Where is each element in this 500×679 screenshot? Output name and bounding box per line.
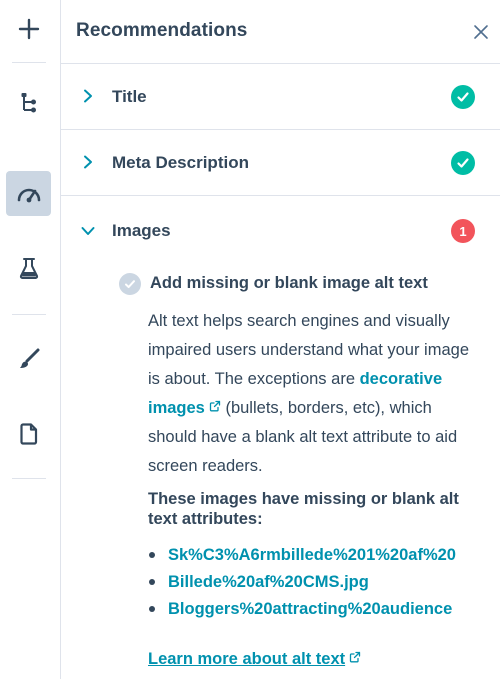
brush-icon bbox=[19, 348, 39, 368]
flask-icon bbox=[19, 257, 38, 279]
chevron-down-icon bbox=[81, 227, 95, 235]
left-toolbar bbox=[0, 0, 61, 679]
section-meta-description-header[interactable]: Meta Description bbox=[61, 130, 500, 196]
test-button[interactable] bbox=[6, 245, 51, 290]
optimize-button[interactable] bbox=[6, 171, 51, 216]
learn-more-link[interactable]: Learn more about alt text bbox=[148, 650, 361, 669]
recommendation-description: Alt text helps search engines and visual… bbox=[148, 307, 483, 481]
recommendation-title: Add missing or blank image alt text bbox=[150, 274, 428, 292]
image-link[interactable]: Sk%C3%A6rmbillede%201%20af%20 bbox=[148, 543, 500, 570]
panel-title: Recommendations bbox=[76, 20, 248, 41]
section-title[interactable]: Title bbox=[61, 64, 500, 130]
rail-divider bbox=[12, 314, 46, 315]
image-link[interactable]: Billede%20af%20CMS.jpg bbox=[148, 570, 500, 597]
page-icon bbox=[19, 422, 37, 445]
section-label: Images bbox=[112, 221, 171, 240]
section-meta-description[interactable]: Meta Description bbox=[61, 130, 500, 196]
recommendations-panel: Recommendations Title Meta Description I… bbox=[61, 0, 500, 679]
section-images-header[interactable]: Images bbox=[61, 196, 500, 266]
section-label: Title bbox=[112, 87, 147, 106]
check-circle-icon bbox=[119, 273, 141, 295]
link-label: Learn more about alt text bbox=[148, 650, 346, 668]
page-settings-button[interactable] bbox=[6, 411, 51, 456]
close-button[interactable] bbox=[472, 23, 490, 41]
chevron-right-icon bbox=[84, 155, 92, 169]
section-title-header[interactable]: Title bbox=[61, 64, 500, 130]
structure-icon bbox=[21, 92, 36, 112]
section-label: Meta Description bbox=[112, 153, 249, 172]
panel-header: Recommendations bbox=[61, 0, 500, 64]
rail-divider bbox=[12, 478, 46, 479]
structure-button[interactable] bbox=[6, 80, 51, 125]
image-list-heading: These images have missing or blank alt t… bbox=[148, 490, 459, 528]
add-button[interactable] bbox=[6, 6, 51, 51]
chevron-right-icon bbox=[84, 89, 92, 103]
check-circle-icon bbox=[451, 151, 475, 175]
check-circle-icon bbox=[451, 85, 475, 109]
close-icon bbox=[474, 25, 488, 39]
external-link-icon bbox=[349, 651, 361, 663]
image-link[interactable]: Bloggers%20attracting%20audience bbox=[148, 597, 500, 624]
rail-divider bbox=[12, 62, 46, 63]
design-button[interactable] bbox=[6, 336, 51, 381]
external-link-icon bbox=[209, 400, 221, 412]
gauge-icon bbox=[17, 188, 40, 202]
image-list: Sk%C3%A6rmbillede%201%20af%20 Billede%20… bbox=[148, 543, 500, 624]
plus-icon bbox=[18, 18, 39, 39]
issue-count-badge: 1 bbox=[451, 219, 475, 243]
